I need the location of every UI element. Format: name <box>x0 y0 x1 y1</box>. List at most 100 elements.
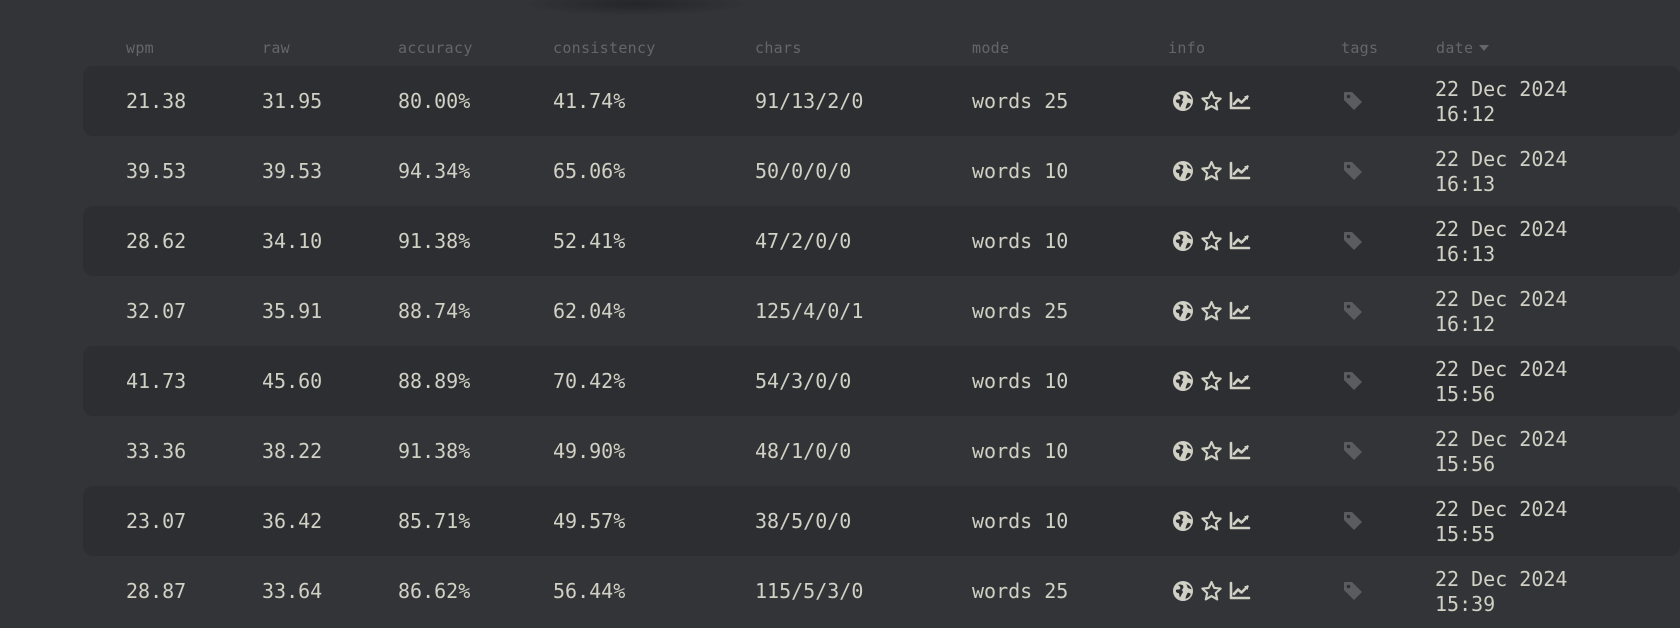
info-cell <box>1172 230 1251 252</box>
mode-cell: words 25 <box>972 89 1069 113</box>
info-cell <box>1172 370 1251 392</box>
table-row: 21.38 31.95 80.00% 41.74% 91/13/2/0 word… <box>83 66 1680 136</box>
wpm-cell: 32.07 <box>126 299 187 323</box>
globe-icon[interactable] <box>1172 370 1194 392</box>
consistency-cell: 52.41% <box>553 229 626 253</box>
info-cell <box>1172 300 1251 322</box>
star-icon[interactable] <box>1200 230 1223 252</box>
tag-icon[interactable] <box>1342 300 1364 327</box>
header-date[interactable]: date <box>1436 39 1490 57</box>
header-chars[interactable]: chars <box>755 39 802 57</box>
accuracy-cell: 85.71% <box>398 509 471 533</box>
chart-line-icon[interactable] <box>1229 581 1251 601</box>
chars-cell: 47/2/0/0 <box>755 229 852 253</box>
date-cell: 22 Dec 2024 15:39 <box>1435 567 1567 617</box>
table-row: 28.62 34.10 91.38% 52.41% 47/2/0/0 words… <box>83 206 1680 276</box>
header-wpm[interactable]: wpm <box>126 39 154 57</box>
time-text: 16:13 <box>1435 172 1496 196</box>
date-cell: 22 Dec 2024 15:55 <box>1435 497 1567 547</box>
header-date-label: date <box>1436 39 1474 57</box>
tag-icon[interactable] <box>1342 160 1364 187</box>
date-text: 22 Dec 2024 <box>1435 287 1568 311</box>
star-icon[interactable] <box>1200 510 1223 532</box>
tag-icon[interactable] <box>1342 370 1364 397</box>
date-text: 22 Dec 2024 <box>1435 427 1568 451</box>
info-cell <box>1172 90 1251 112</box>
date-cell: 22 Dec 2024 16:13 <box>1435 147 1567 197</box>
consistency-cell: 49.90% <box>553 439 626 463</box>
results-table: wpm raw accuracy consistency chars mode … <box>83 34 1680 626</box>
time-text: 15:39 <box>1435 592 1496 616</box>
raw-cell: 39.53 <box>262 159 323 183</box>
star-icon[interactable] <box>1200 580 1223 602</box>
star-icon[interactable] <box>1200 160 1223 182</box>
globe-icon[interactable] <box>1172 90 1194 112</box>
time-text: 16:12 <box>1435 312 1496 336</box>
date-text: 22 Dec 2024 <box>1435 357 1568 381</box>
globe-icon[interactable] <box>1172 510 1194 532</box>
tag-icon[interactable] <box>1342 510 1364 537</box>
table-row: 39.53 39.53 94.34% 65.06% 50/0/0/0 words… <box>83 136 1680 206</box>
accuracy-cell: 80.00% <box>398 89 471 113</box>
chart-line-icon[interactable] <box>1229 371 1251 391</box>
header-mode[interactable]: mode <box>972 39 1009 57</box>
wpm-cell: 28.87 <box>126 579 187 603</box>
chart-line-icon[interactable] <box>1229 441 1251 461</box>
star-icon[interactable] <box>1200 300 1223 322</box>
globe-icon[interactable] <box>1172 580 1194 602</box>
globe-icon[interactable] <box>1172 230 1194 252</box>
date-text: 22 Dec 2024 <box>1435 77 1568 101</box>
wpm-cell: 41.73 <box>126 369 187 393</box>
time-text: 16:12 <box>1435 102 1496 126</box>
date-cell: 22 Dec 2024 15:56 <box>1435 357 1567 407</box>
raw-cell: 34.10 <box>262 229 323 253</box>
raw-cell: 31.95 <box>262 89 323 113</box>
accuracy-cell: 91.38% <box>398 439 471 463</box>
star-icon[interactable] <box>1200 440 1223 462</box>
wpm-cell: 21.38 <box>126 89 187 113</box>
mode-cell: words 25 <box>972 299 1069 323</box>
chart-line-icon[interactable] <box>1229 161 1251 181</box>
consistency-cell: 49.57% <box>553 509 626 533</box>
time-text: 15:56 <box>1435 382 1496 406</box>
tag-icon[interactable] <box>1342 90 1364 117</box>
accuracy-cell: 88.89% <box>398 369 471 393</box>
mode-cell: words 10 <box>972 159 1069 183</box>
globe-icon[interactable] <box>1172 440 1194 462</box>
accuracy-cell: 94.34% <box>398 159 471 183</box>
chars-cell: 91/13/2/0 <box>755 89 864 113</box>
tag-icon[interactable] <box>1342 230 1364 257</box>
info-cell <box>1172 580 1251 602</box>
consistency-cell: 70.42% <box>553 369 626 393</box>
wpm-cell: 39.53 <box>126 159 187 183</box>
date-cell: 22 Dec 2024 16:12 <box>1435 77 1567 127</box>
table-row: 32.07 35.91 88.74% 62.04% 125/4/0/1 word… <box>83 276 1680 346</box>
consistency-cell: 41.74% <box>553 89 626 113</box>
tag-icon[interactable] <box>1342 440 1364 467</box>
star-icon[interactable] <box>1200 370 1223 392</box>
accuracy-cell: 86.62% <box>398 579 471 603</box>
time-text: 16:13 <box>1435 242 1496 266</box>
header-accuracy[interactable]: accuracy <box>398 39 473 57</box>
chart-line-icon[interactable] <box>1229 301 1251 321</box>
sort-descending-icon <box>1479 44 1490 51</box>
chart-line-icon[interactable] <box>1229 511 1251 531</box>
wpm-cell: 33.36 <box>126 439 187 463</box>
table-row: 33.36 38.22 91.38% 49.90% 48/1/0/0 words… <box>83 416 1680 486</box>
chart-line-icon[interactable] <box>1229 91 1251 111</box>
star-icon[interactable] <box>1200 90 1223 112</box>
consistency-cell: 62.04% <box>553 299 626 323</box>
header-consistency[interactable]: consistency <box>553 39 656 57</box>
chart-line-icon[interactable] <box>1229 231 1251 251</box>
time-text: 15:55 <box>1435 522 1496 546</box>
header-raw[interactable]: raw <box>262 39 290 57</box>
table-body: 21.38 31.95 80.00% 41.74% 91/13/2/0 word… <box>83 66 1680 626</box>
globe-icon[interactable] <box>1172 300 1194 322</box>
tag-icon[interactable] <box>1342 580 1364 607</box>
chars-cell: 115/5/3/0 <box>755 579 864 603</box>
mode-cell: words 10 <box>972 369 1069 393</box>
table-row: 23.07 36.42 85.71% 49.57% 38/5/0/0 words… <box>83 486 1680 556</box>
info-cell <box>1172 160 1251 182</box>
globe-icon[interactable] <box>1172 160 1194 182</box>
table-row: 41.73 45.60 88.89% 70.42% 54/3/0/0 words… <box>83 346 1680 416</box>
